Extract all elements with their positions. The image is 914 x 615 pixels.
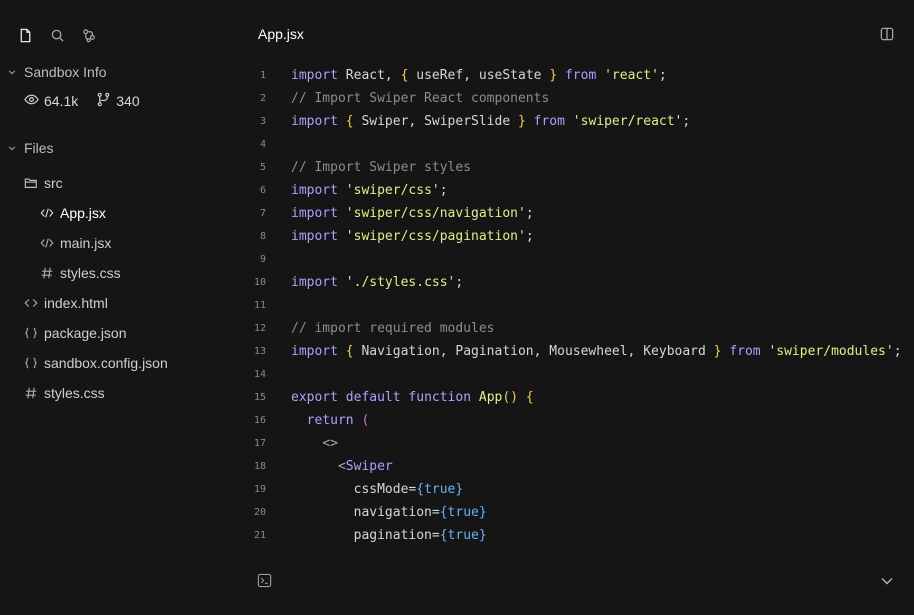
views-stat: 64.1k: [24, 92, 78, 110]
folder-open-icon: [24, 176, 38, 190]
code-text: import { Navigation, Pagination, Mousewh…: [291, 344, 902, 359]
tree-item-label: main.jsx: [60, 235, 112, 251]
line-number: 4: [259, 139, 266, 150]
code-text: import { Swiper, SwiperSlide } from 'swi…: [291, 114, 691, 129]
tree-item-label: styles.css: [60, 265, 121, 281]
tree-item-label: styles.css: [44, 385, 105, 401]
sidebar-icon-bar: [16, 26, 98, 44]
code-text: // import required modules: [291, 321, 495, 336]
line-number: 19: [253, 484, 266, 495]
forks-stat: 340: [96, 92, 140, 110]
sandbox-info-header[interactable]: Sandbox Info: [6, 64, 107, 80]
file-sandbox-config-json[interactable]: sandbox.config.json: [24, 352, 168, 374]
code-text: import 'swiper/css';: [291, 183, 448, 198]
line-number: 9: [259, 254, 266, 265]
line-number: 8: [259, 231, 266, 242]
line-number: 6: [259, 185, 266, 196]
code-text: <>: [322, 436, 338, 451]
code-icon: [40, 206, 54, 220]
line-number: 10: [253, 277, 266, 288]
code-text: // Import Swiper styles: [291, 160, 472, 175]
code-text: pagination={true}: [291, 528, 487, 543]
file-app-jsx[interactable]: App.jsx: [40, 202, 106, 224]
line-number: 21: [253, 530, 266, 541]
code-text: return (: [306, 413, 370, 428]
file-main-jsx[interactable]: main.jsx: [40, 232, 111, 254]
line-number: 5: [259, 162, 266, 173]
sandbox-info-title: Sandbox Info: [24, 64, 107, 80]
code-icon: [40, 236, 54, 250]
editor-tab-title[interactable]: App.jsx: [258, 26, 304, 42]
line-number: 13: [253, 346, 266, 357]
files-title: Files: [24, 140, 54, 156]
line-number: 15: [253, 392, 266, 403]
code-text: import './styles.css';: [291, 275, 464, 290]
code-text: import 'swiper/css/pagination';: [291, 229, 534, 244]
forks-count: 340: [116, 93, 140, 109]
code-editor: App.jsx 1 import React, { useRef, useStat…: [240, 0, 914, 615]
line-number: 18: [253, 461, 266, 472]
code-text: export default function App() {: [291, 390, 534, 405]
file-icon[interactable]: [16, 26, 34, 44]
line-number: 17: [253, 438, 266, 449]
code-text: <Swiper: [337, 459, 393, 474]
split-view-icon[interactable]: [880, 27, 894, 41]
chevron-down-icon[interactable]: [880, 574, 894, 588]
terminal-icon[interactable]: [257, 573, 272, 588]
chevron-down-icon: [6, 66, 18, 78]
tree-item-label: src: [44, 175, 63, 191]
file-root-styles-css[interactable]: styles.css: [24, 382, 105, 404]
git-graph-icon[interactable]: [80, 26, 98, 44]
code-text: navigation={true}: [291, 505, 487, 520]
search-icon[interactable]: [48, 26, 66, 44]
hash-icon: [40, 266, 54, 280]
views-count: 64.1k: [44, 93, 79, 109]
line-number: 3: [259, 116, 266, 127]
file-index-html[interactable]: index.html: [24, 292, 108, 314]
code-text: // Import Swiper React components: [291, 91, 550, 106]
line-number: 16: [253, 415, 266, 426]
file-src-styles-css[interactable]: styles.css: [40, 262, 121, 284]
braces-icon: [24, 356, 38, 370]
line-number: 11: [253, 300, 266, 311]
line-number: 12: [253, 323, 266, 334]
tree-item-label: App.jsx: [60, 205, 106, 221]
files-header[interactable]: Files: [6, 140, 54, 156]
code-text: cssMode={true}: [291, 482, 464, 497]
fork-icon: [96, 92, 111, 110]
folder-src[interactable]: src: [24, 172, 63, 194]
line-number: 20: [253, 507, 266, 518]
line-number: 1: [259, 70, 266, 81]
file-package-json[interactable]: package.json: [24, 322, 127, 344]
tree-item-label: package.json: [44, 325, 127, 341]
sandbox-stats: 64.1k 340: [24, 92, 140, 110]
tree-item-label: index.html: [44, 295, 108, 311]
line-number: 7: [259, 208, 266, 219]
tree-item-label: sandbox.config.json: [44, 355, 168, 371]
code-text: import 'swiper/css/navigation';: [291, 206, 534, 221]
sidebar: Sandbox Info 64.1k 340 Files src App.jsx…: [0, 0, 240, 615]
line-number: 14: [253, 369, 266, 380]
angle-brackets-icon: [24, 296, 38, 310]
code-text: import React, { useRef, useState } from …: [291, 68, 667, 83]
braces-icon: [24, 326, 38, 340]
line-number: 2: [259, 93, 266, 104]
eye-icon: [24, 92, 39, 110]
chevron-down-icon: [6, 142, 18, 154]
hash-icon: [24, 386, 38, 400]
